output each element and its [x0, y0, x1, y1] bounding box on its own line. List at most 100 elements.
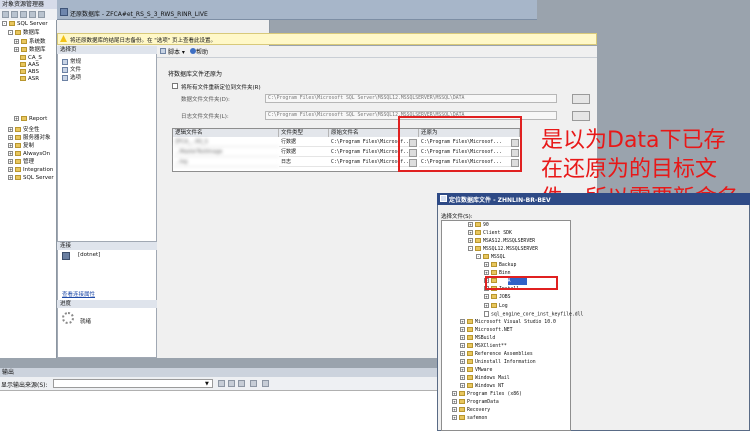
file-tree-folder[interactable]: + Backup — [484, 262, 516, 270]
folder-icon — [15, 30, 21, 35]
expand-icon[interactable]: + — [460, 350, 465, 356]
file-tree-folder[interactable]: + ProgramData — [452, 399, 499, 407]
tree-item[interactable]: + 服务器对象 — [8, 135, 51, 142]
expand-icon[interactable]: + — [8, 175, 13, 180]
expand-icon[interactable]: + — [484, 262, 489, 268]
expand-icon[interactable]: + — [8, 143, 13, 148]
tree-item[interactable]: + AlwaysOn — [8, 151, 50, 158]
file-tree-folder[interactable]: + MSAS12.MSSQLSERVER — [468, 238, 535, 246]
file-tree-file[interactable]: sql_engine_core_inst_keyfile.dll — [484, 310, 583, 319]
tree-item[interactable]: ABS — [20, 69, 39, 76]
collapse-icon[interactable]: - — [2, 21, 7, 26]
tree-item[interactable]: + 复制 — [8, 143, 34, 150]
expand-icon[interactable]: + — [460, 326, 465, 332]
expand-icon[interactable]: + — [452, 407, 457, 413]
section-title: 将数据库文件还原为 — [168, 71, 223, 78]
file-tree-folder[interactable]: + Microsoft Visual Studio 10.0 — [460, 318, 556, 327]
data-folder-input[interactable]: C:\Program Files\Microsoft SQL Server\MS… — [265, 94, 557, 103]
expand-icon[interactable]: + — [460, 334, 465, 340]
expand-icon[interactable]: + — [452, 415, 457, 421]
data-folder-browse-button[interactable] — [572, 94, 590, 104]
grid-cell-logical-name[interactable]: ZFCA_...RS_S — [173, 138, 279, 147]
filter-icon[interactable] — [29, 11, 36, 18]
page-general[interactable]: 常规 — [62, 57, 81, 65]
tree-item[interactable]: + Integration — [8, 167, 53, 174]
file-tree-folder[interactable]: + safemon — [452, 415, 487, 423]
file-tree-folder[interactable]: - MSSQL — [476, 254, 505, 262]
output-title: 输出 — [0, 368, 437, 377]
expand-icon[interactable]: + — [452, 399, 457, 405]
collapse-icon[interactable]: - — [468, 246, 473, 252]
expand-icon[interactable]: + — [468, 222, 473, 227]
expand-icon[interactable]: + — [468, 230, 473, 236]
tree-item[interactable]: CA_S — [20, 55, 42, 62]
expand-icon[interactable]: + — [484, 294, 489, 300]
file-tree-folder[interactable]: + Program Files (x86) — [452, 391, 522, 399]
file-tree-folder[interactable]: + Reference Assemblies — [460, 350, 533, 359]
collapse-icon[interactable]: - — [476, 254, 481, 260]
file-tree-folder[interactable]: + Log — [484, 302, 508, 311]
tree-item[interactable]: + 安全性 — [8, 127, 40, 134]
expand-icon[interactable]: + — [14, 39, 19, 44]
word-wrap-icon[interactable] — [262, 380, 269, 387]
tree-item[interactable]: AAS — [20, 62, 39, 69]
file-tree-folder[interactable]: + Uninstall Information — [460, 358, 536, 367]
chevron-down-icon[interactable]: ▼ — [205, 381, 209, 387]
log-folder-browse-button[interactable] — [572, 111, 590, 121]
expand-icon[interactable]: + — [460, 358, 465, 364]
expand-icon[interactable]: + — [460, 383, 465, 388]
tree-item[interactable]: ASR — [20, 76, 39, 83]
page-options[interactable]: 选项 — [62, 73, 81, 81]
file-tree-folder[interactable]: + JOBS — [484, 294, 511, 302]
help-button[interactable]: 帮助 — [196, 47, 208, 56]
connect-icon[interactable] — [2, 11, 9, 18]
tree-item[interactable]: + SQL Server — [8, 175, 54, 182]
tree-item[interactable]: + 系统数 — [14, 39, 46, 46]
relocate-all-checkbox[interactable] — [172, 83, 178, 89]
file-tree-folder[interactable]: +90 — [468, 222, 489, 230]
clear-all-icon[interactable] — [250, 380, 257, 387]
expand-icon[interactable]: + — [8, 167, 13, 172]
refresh-icon[interactable] — [38, 11, 45, 18]
expand-icon[interactable]: + — [8, 151, 13, 156]
stop-icon[interactable] — [20, 11, 27, 18]
expand-icon[interactable]: + — [8, 159, 13, 164]
tree-item[interactable]: + 管理 — [8, 159, 34, 166]
expand-icon[interactable]: + — [484, 270, 489, 276]
tree-item[interactable]: + Report — [14, 116, 47, 123]
tree-item[interactable]: - SQL Server — [2, 21, 48, 28]
file-tree-folder[interactable]: + Recovery — [452, 407, 490, 415]
disconnect-icon[interactable] — [11, 11, 18, 18]
file-tree-folder[interactable]: + Windows Mail — [460, 374, 510, 383]
grid-cell-logical-name[interactable]: ...MasterTestImage — [173, 148, 279, 157]
tree-item[interactable]: - 数据库 — [8, 30, 40, 37]
file-tree-folder[interactable]: + Windows NT — [460, 383, 504, 391]
expand-icon[interactable]: + — [8, 127, 13, 132]
file-tree-folder[interactable]: + MSBuild — [460, 334, 495, 343]
file-tree-folder[interactable]: + Microsoft.NET — [460, 326, 513, 335]
next-message-icon[interactable] — [238, 380, 245, 387]
expand-icon[interactable]: + — [468, 238, 473, 244]
tree-item[interactable]: + 数据库 — [14, 47, 46, 54]
expand-icon[interactable]: + — [8, 135, 13, 140]
collapse-icon[interactable]: - — [8, 30, 13, 35]
expand-icon[interactable]: + — [460, 318, 465, 324]
view-connection-properties-link[interactable]: 查看连接属性 — [62, 290, 95, 298]
expand-icon[interactable]: + — [460, 374, 465, 380]
expand-icon[interactable]: + — [452, 391, 457, 397]
file-tree-folder[interactable]: + Client SDK — [468, 230, 512, 238]
file-tree-folder[interactable]: + VMware — [460, 366, 492, 375]
file-tree-folder[interactable]: + MSXClient** — [460, 342, 507, 351]
expand-icon[interactable]: + — [460, 342, 465, 348]
grid-cell-logical-name[interactable]: ...log — [173, 158, 279, 167]
page-files[interactable]: 文件 — [62, 65, 81, 73]
previous-message-icon[interactable] — [228, 380, 235, 387]
expand-icon[interactable]: + — [484, 302, 489, 308]
file-tree-folder[interactable]: - MSSQL12.MSSQLSERVER — [468, 246, 538, 254]
find-message-icon[interactable] — [218, 380, 225, 387]
expand-icon[interactable]: + — [460, 366, 465, 372]
expand-icon[interactable]: + — [14, 47, 19, 52]
script-button[interactable]: 脚本 ▾ — [168, 47, 185, 56]
expand-icon[interactable]: + — [14, 116, 19, 121]
output-source-select[interactable] — [53, 379, 213, 388]
